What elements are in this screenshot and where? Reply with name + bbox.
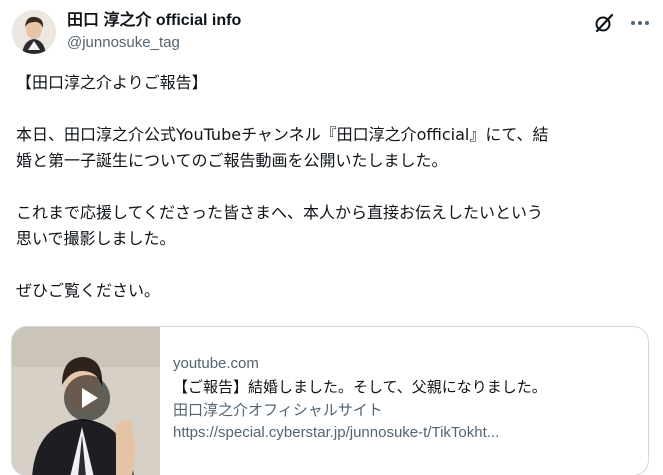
post-paragraph: 本日、田口淳之介公式YouTubeチャンネル『田口淳之介official』にて、… bbox=[16, 122, 646, 174]
link-card-url[interactable]: https://special.cyberstar.jp/junnosuke-t… bbox=[173, 422, 638, 444]
post-paragraph: これまで応援してくださった皆さまへ、本人から直接お伝えしたいという 思いで撮影し… bbox=[16, 200, 646, 252]
more-icon[interactable] bbox=[627, 10, 653, 36]
link-card[interactable]: youtube.com 【ご報告】結婚しました。そして、父親になりました。 田口… bbox=[11, 326, 649, 475]
avatar[interactable] bbox=[12, 10, 56, 54]
play-icon bbox=[82, 388, 98, 408]
post-line: 【田口淳之介よりご報告】 bbox=[16, 73, 208, 92]
post-line: 婚と第一子誕生についてのご報告動画を公開いたしました。 bbox=[16, 151, 448, 170]
post-paragraph: ぜひご覧ください。 bbox=[16, 278, 646, 304]
post-text: 【田口淳之介よりご報告】 本日、田口淳之介公式YouTubeチャンネル『田口淳之… bbox=[16, 70, 646, 304]
post-header: 田口 淳之介 official info @junnosuke_tag bbox=[12, 8, 653, 58]
author-names: 田口 淳之介 official info @junnosuke_tag bbox=[67, 10, 241, 53]
display-name[interactable]: 田口 淳之介 official info bbox=[67, 10, 241, 32]
post: 田口 淳之介 official info @junnosuke_tag 【田口淳… bbox=[0, 0, 663, 475]
link-card-domain: youtube.com bbox=[173, 355, 259, 372]
post-line: これまで応援してくださった皆さまへ、本人から直接お伝えしたいという bbox=[16, 203, 544, 222]
post-line: 思いで撮影しました。 bbox=[16, 229, 176, 248]
post-line: ぜひご覧ください。 bbox=[16, 281, 161, 300]
play-button[interactable] bbox=[64, 375, 110, 421]
link-card-description: 田口淳之介オフィシャルサイト bbox=[173, 401, 383, 419]
grok-icon[interactable] bbox=[593, 12, 615, 34]
link-card-title[interactable]: 【ご報告】結婚しました。そして、父親になりました。 bbox=[173, 376, 638, 398]
user-handle[interactable]: @junnosuke_tag bbox=[67, 33, 241, 53]
link-card-info: youtube.com 【ご報告】結婚しました。そして、父親になりました。 田口… bbox=[173, 353, 638, 444]
post-paragraph: 【田口淳之介よりご報告】 bbox=[16, 70, 646, 96]
post-line: 本日、田口淳之介公式YouTubeチャンネル『田口淳之介official』にて、… bbox=[16, 125, 549, 144]
video-thumbnail[interactable] bbox=[12, 327, 160, 475]
